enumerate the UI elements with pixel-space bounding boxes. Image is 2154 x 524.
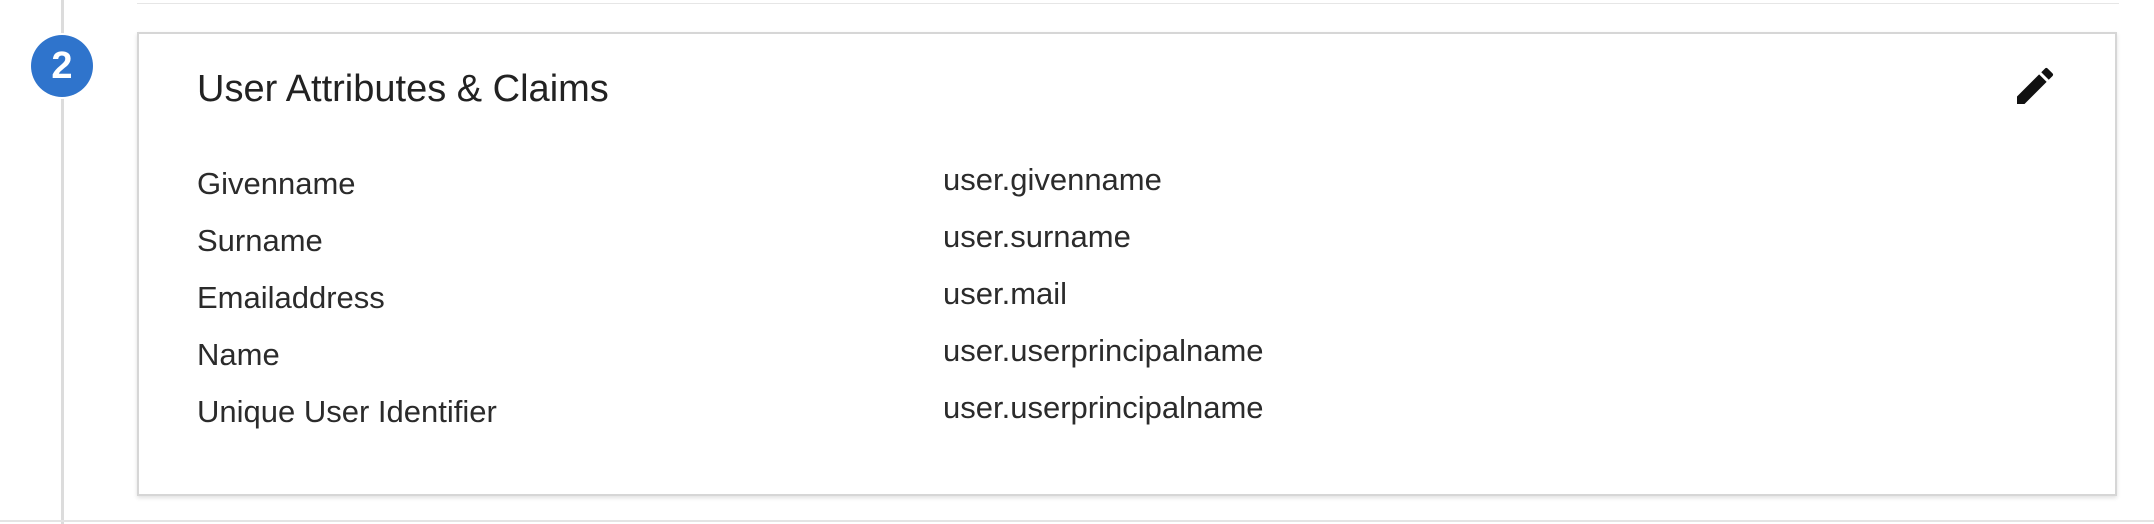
claim-value: user.givenname xyxy=(943,162,1162,197)
edit-button[interactable] xyxy=(2007,60,2063,116)
divider xyxy=(0,520,2154,522)
pencil-icon xyxy=(2011,62,2059,115)
claim-row: Surname user.surname xyxy=(197,217,1997,274)
claim-value: user.mail xyxy=(943,276,1068,311)
claim-name: Givenname xyxy=(197,166,356,201)
claim-value: user.userprincipalname xyxy=(943,390,1264,425)
user-attributes-claims-card: User Attributes & Claims Givenname user.… xyxy=(137,32,2117,496)
sso-configuration-page: 2 User Attributes & Claims Givenname use… xyxy=(0,0,2154,524)
claim-name: Emailaddress xyxy=(197,280,385,315)
claim-value: user.surname xyxy=(943,219,1131,254)
step-number-badge: 2 xyxy=(31,35,93,97)
claim-name: Surname xyxy=(197,223,323,258)
claims-list: Givenname user.givenname Surname user.su… xyxy=(197,160,1997,445)
claim-row: Name user.userprincipalname xyxy=(197,331,1997,388)
section-title: User Attributes & Claims xyxy=(197,68,609,110)
claim-value: user.userprincipalname xyxy=(943,333,1264,368)
previous-card-edge xyxy=(137,0,2119,4)
claim-row: Emailaddress user.mail xyxy=(197,274,1997,331)
claim-name: Unique User Identifier xyxy=(197,394,497,429)
claim-row: Unique User Identifier user.userprincipa… xyxy=(197,388,1997,445)
claim-row: Givenname user.givenname xyxy=(197,160,1997,217)
claim-name: Name xyxy=(197,337,280,372)
